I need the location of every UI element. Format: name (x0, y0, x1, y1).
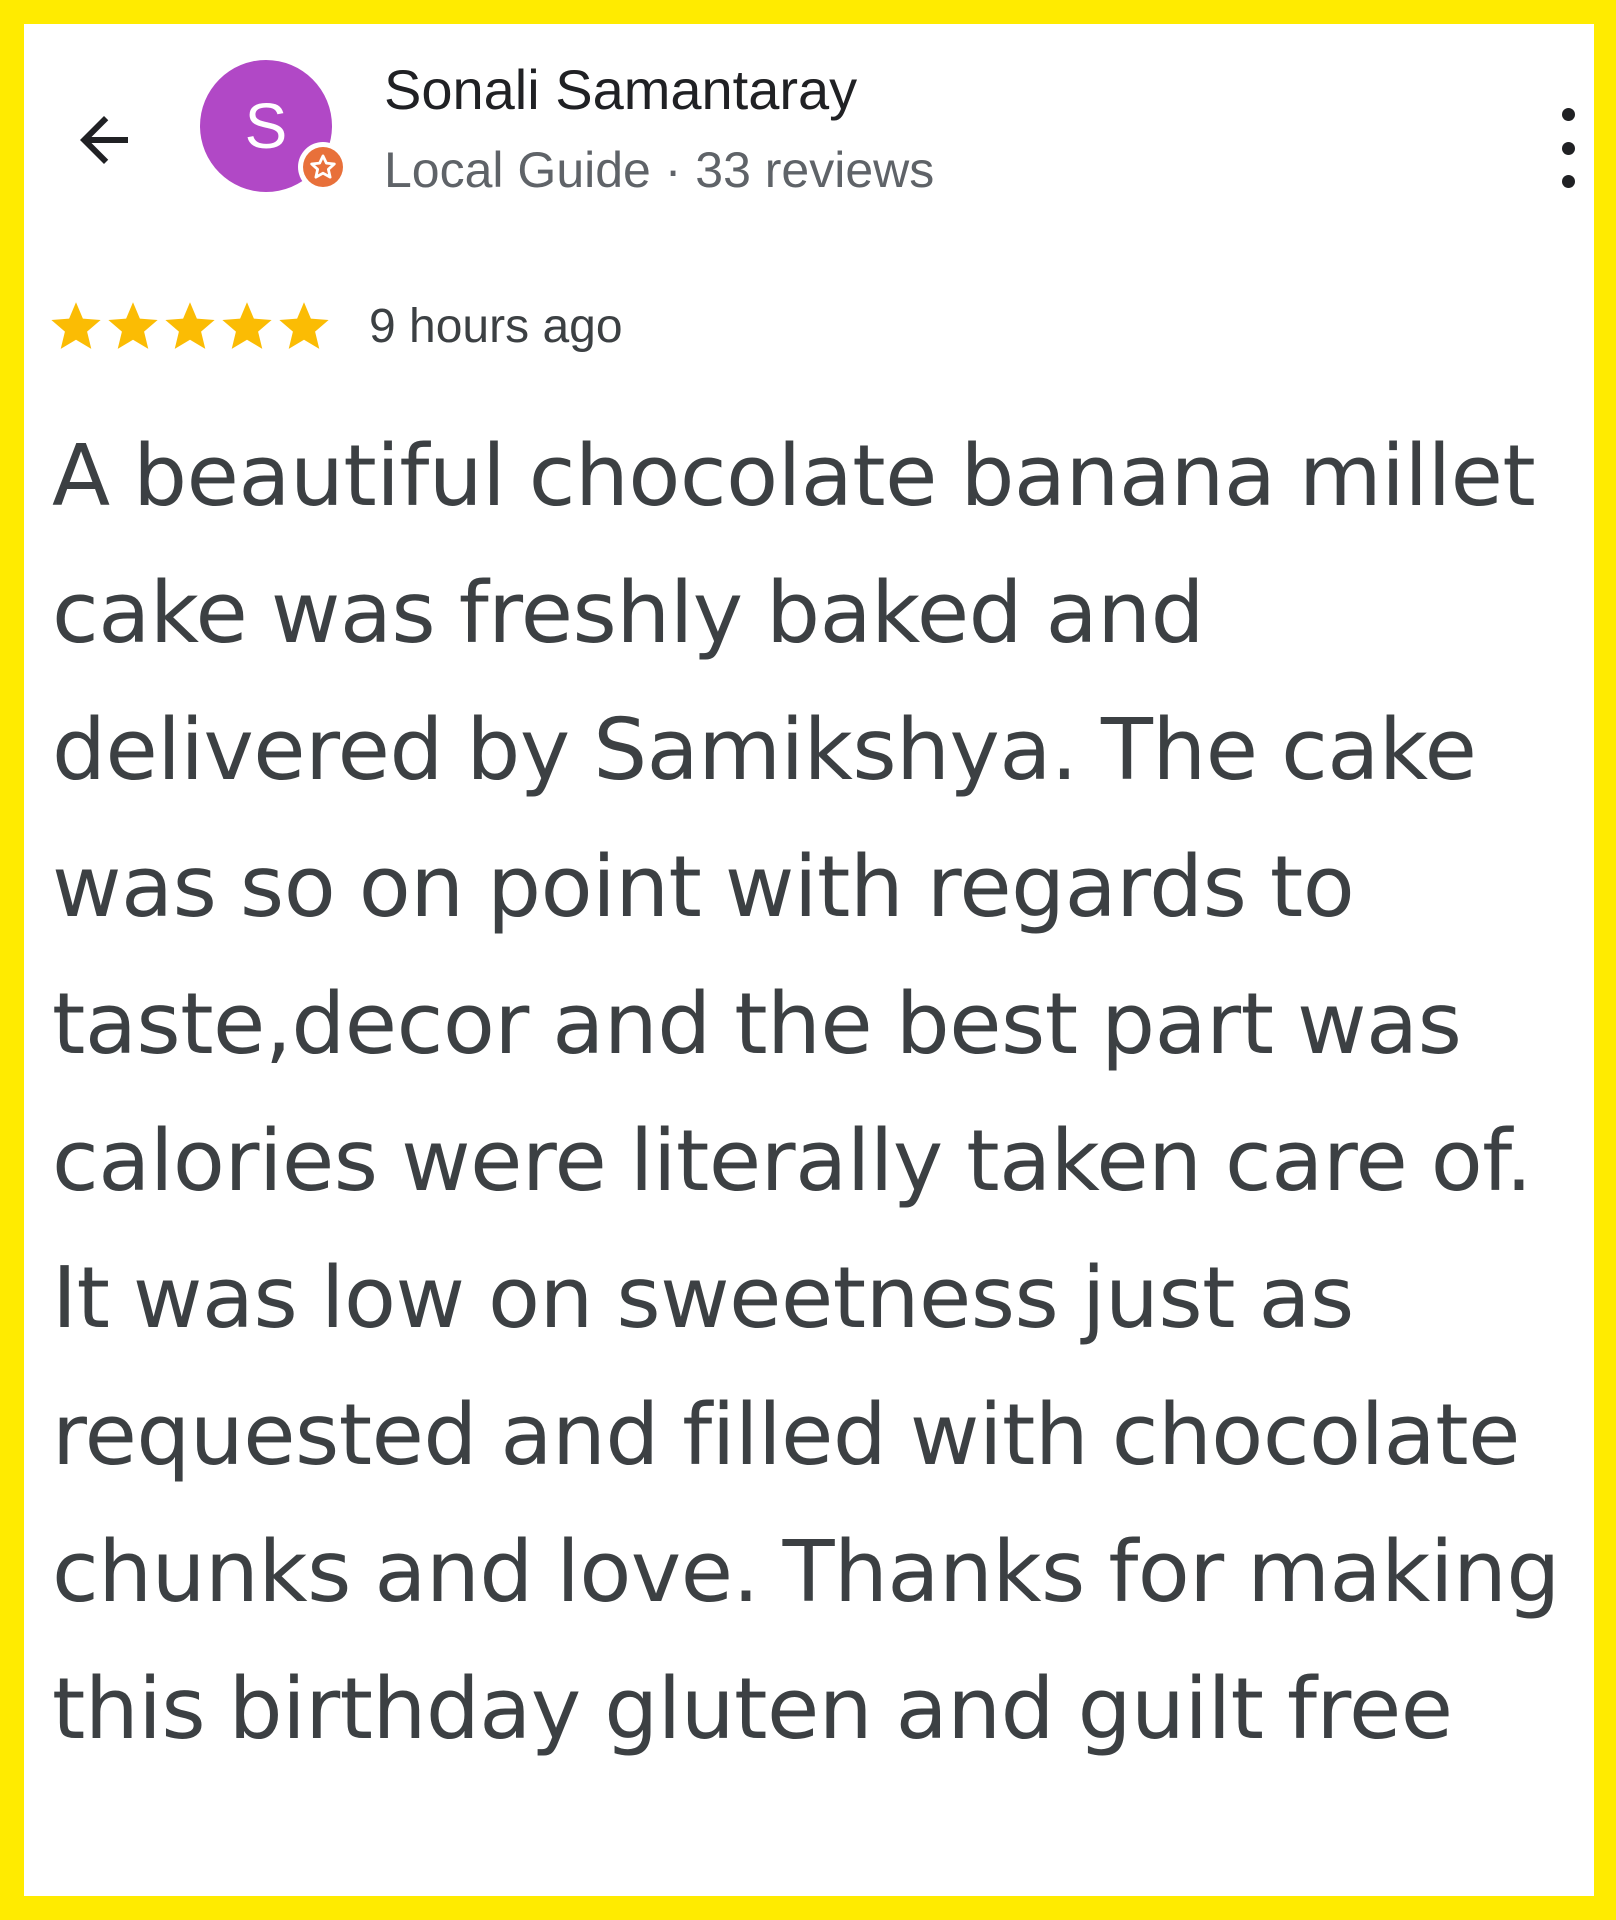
star-icon (108, 302, 158, 349)
reviewer-name[interactable]: Sonali Samantaray (384, 56, 857, 123)
more-options-icon[interactable] (1548, 108, 1588, 188)
review-card: S Sonali Samantaray Local Guide · 33 rev… (24, 24, 1594, 1896)
local-guide-badge-icon (298, 142, 348, 192)
avatar-letter: S (244, 90, 288, 162)
menu-dot (1561, 175, 1575, 188)
arrow-left-icon (80, 116, 128, 164)
star-icon (310, 154, 336, 179)
star-icon (165, 302, 215, 349)
reviewer-meta: Local Guide · 33 reviews (384, 142, 935, 198)
back-arrow-icon[interactable] (66, 102, 142, 178)
menu-dot (1561, 108, 1575, 121)
rating-row: 9 hours ago (48, 286, 623, 366)
star-rating (48, 298, 333, 354)
review-time: 9 hours ago (369, 299, 623, 353)
star-icon (51, 302, 101, 349)
star-icon (222, 302, 272, 349)
review-text: A beautiful chocolate banana millet cake… (52, 427, 1560, 1759)
star-icon (279, 302, 329, 349)
menu-dot (1561, 141, 1575, 155)
